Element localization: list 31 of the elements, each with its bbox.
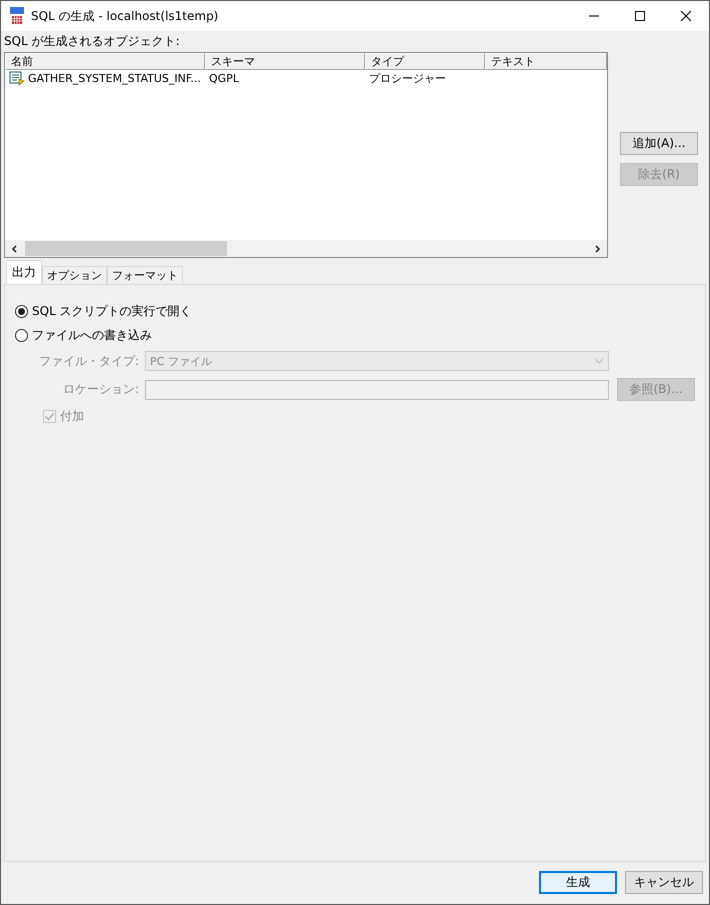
file-type-label: ファイル・タイプ: — [38, 352, 139, 370]
scrollbar-thumb[interactable] — [25, 241, 227, 256]
maximize-icon[interactable] — [634, 10, 646, 22]
database-grid-icon — [9, 7, 25, 25]
cancel-button[interactable]: キャンセル — [625, 871, 703, 894]
procedure-icon — [9, 71, 25, 86]
objects-label: SQL が生成されるオブジェクト: — [4, 33, 181, 50]
horizontal-scrollbar[interactable] — [5, 240, 607, 257]
close-icon[interactable] — [680, 10, 692, 22]
append-label: 付加 — [60, 408, 84, 425]
window-title: SQL の生成 - localhost(ls1temp) — [31, 8, 220, 24]
generate-button[interactable]: 生成 — [539, 871, 617, 894]
table-cell: GATHER_SYSTEM_STATUS_INF... — [28, 72, 201, 85]
tab[interactable]: 出力 — [6, 260, 42, 284]
table-cell: QGPL — [209, 72, 239, 85]
column-header[interactable]: 名前 — [5, 53, 205, 70]
tab[interactable]: オプション — [42, 266, 107, 284]
radio-label: ファイルへの書き込み — [32, 327, 152, 344]
table-cell: プロシージャー — [369, 71, 446, 86]
chevron-down-icon — [594, 358, 604, 364]
radio-button[interactable] — [15, 329, 28, 342]
location-label: ロケーション: — [62, 381, 139, 398]
tab[interactable]: フォーマット — [107, 266, 183, 284]
radio-button[interactable] — [15, 305, 28, 318]
column-header[interactable]: スキーマ — [205, 53, 365, 70]
column-header[interactable]: テキスト — [485, 53, 607, 70]
radio-label: SQL スクリプトの実行で開く — [32, 303, 192, 320]
column-header[interactable]: タイプ — [365, 53, 485, 70]
add-button[interactable]: 追加(A)... — [620, 132, 698, 155]
scroll-left-icon[interactable] — [11, 244, 19, 252]
scroll-right-icon[interactable] — [593, 244, 601, 252]
